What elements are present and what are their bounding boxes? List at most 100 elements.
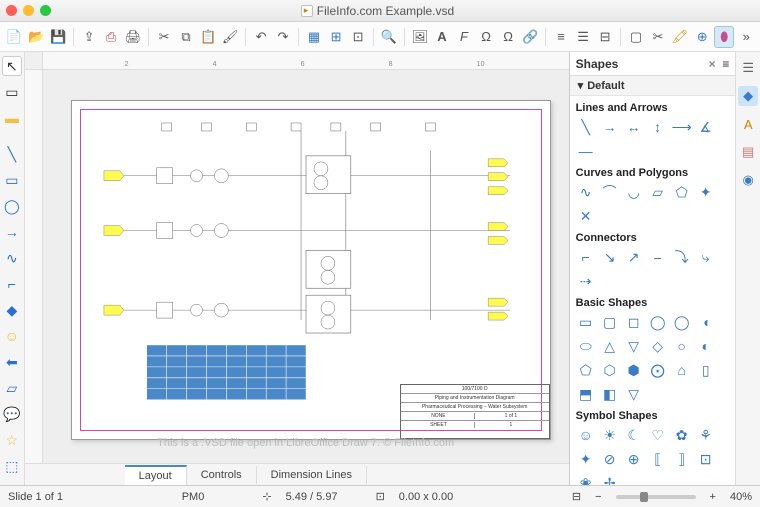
zoom-out-icon[interactable]: − — [595, 491, 601, 503]
shape-item[interactable]: ⬠ — [672, 182, 692, 202]
line-tool[interactable]: ╲ — [2, 144, 22, 164]
window-traffic-lights[interactable] — [6, 5, 51, 16]
shape-item[interactable]: ╲ — [576, 117, 596, 137]
ellipse-tool[interactable]: ◯ — [2, 196, 22, 216]
save-button[interactable]: 💾 — [48, 26, 68, 48]
shape-item[interactable]: ▱ — [648, 182, 668, 202]
shape-item[interactable]: ✢ — [600, 473, 620, 485]
new-button[interactable]: 📄 — [4, 26, 24, 48]
symbol-tool[interactable]: ☺ — [2, 326, 22, 346]
shape-item[interactable]: ⇢ — [576, 271, 596, 291]
canvas-viewport[interactable]: 100/7100 D Piping and Instrumentation Di… — [43, 70, 569, 463]
zoom-in-icon[interactable]: + — [710, 491, 716, 503]
close-dot[interactable] — [6, 5, 17, 16]
vertical-text-button[interactable]: F — [454, 26, 474, 48]
vertical-ruler[interactable] — [25, 70, 43, 463]
shape-item[interactable]: ⨀ — [648, 360, 668, 380]
horizontal-ruler[interactable]: 2 4 6 8 10 — [43, 52, 569, 70]
shape-item[interactable]: ↔ — [624, 117, 644, 137]
print-button[interactable]: 🖨 — [123, 26, 143, 48]
fontwork-button[interactable]: Ω — [476, 26, 496, 48]
shape-item[interactable]: ⬡ — [600, 360, 620, 380]
panel-menu-icon[interactable]: ≡ — [722, 57, 729, 71]
gallery-tab-icon[interactable]: ▤ — [738, 142, 758, 162]
clone-button[interactable]: 🖌 — [220, 26, 240, 48]
redo-button[interactable]: ↷ — [273, 26, 293, 48]
shape-item[interactable]: ❀ — [576, 473, 596, 485]
shape-item[interactable]: ☾ — [624, 425, 644, 445]
shape-item[interactable]: ⬢ — [624, 360, 644, 380]
shapes-panel-section[interactable]: ▾ Default — [570, 76, 736, 96]
fill-color-tool[interactable]: ▬ — [2, 108, 22, 128]
3d-tool[interactable]: ⬚ — [2, 456, 22, 476]
arrange-button[interactable]: ☰ — [573, 26, 593, 48]
shape-item[interactable]: — — [576, 141, 596, 161]
shape-item[interactable]: ↕ — [648, 117, 668, 137]
shape-item[interactable]: ⌒ — [600, 182, 620, 202]
shape-item[interactable]: ○ — [672, 336, 692, 356]
shape-item[interactable]: ◯ — [672, 312, 692, 332]
undo-button[interactable]: ↶ — [251, 26, 271, 48]
shape-item[interactable]: ⟧ — [672, 449, 692, 469]
shape-item[interactable]: ↗ — [624, 247, 644, 267]
crop-button[interactable]: ✂ — [648, 26, 668, 48]
shape-item[interactable]: ⊘ — [600, 449, 620, 469]
zoom-button[interactable]: 🔍 — [379, 26, 399, 48]
shape-item[interactable]: ⬭ — [576, 336, 596, 356]
select-tool[interactable]: ↖ — [2, 56, 22, 76]
shape-item[interactable]: ⌂ — [672, 360, 692, 380]
shape-item[interactable]: ✦ — [576, 449, 596, 469]
shape-item[interactable]: ◐ — [696, 336, 716, 356]
callout-tool[interactable]: 💬 — [2, 404, 22, 424]
shape-item[interactable]: ☀ — [600, 425, 620, 445]
shape-item[interactable]: ⎯ — [648, 247, 668, 267]
cut-button[interactable]: ✂ — [154, 26, 174, 48]
connector-tool[interactable]: ⌐ — [2, 274, 22, 294]
shape-item[interactable]: ∡ — [696, 117, 716, 137]
filter-button[interactable]: 🖍 — [670, 26, 690, 48]
properties-tab-icon[interactable]: ☰ — [738, 58, 758, 78]
shape-item[interactable]: → — [600, 117, 620, 137]
navigator-tab-icon[interactable]: ◉ — [738, 170, 758, 190]
status-zoom[interactable]: 40% — [730, 491, 752, 503]
overflow-button[interactable]: » — [736, 26, 756, 48]
arrow-tool[interactable]: → — [2, 222, 22, 242]
shape-item[interactable]: ⤵ — [672, 247, 692, 267]
styles-tab-icon[interactable]: A — [738, 114, 758, 134]
image-button[interactable]: 🖼 — [410, 26, 430, 48]
shape-item[interactable]: ⟶ — [672, 117, 692, 137]
export-pdf-button[interactable]: ⎙ — [101, 26, 121, 48]
shape-item[interactable]: ☺ — [576, 425, 596, 445]
fit-page-icon[interactable]: ⊟ — [572, 490, 581, 503]
shape-item[interactable]: ▭ — [576, 312, 596, 332]
zoom-slider[interactable] — [616, 495, 696, 499]
tab-dimension-lines[interactable]: Dimension Lines — [257, 466, 367, 484]
align-button[interactable]: ≡ — [551, 26, 571, 48]
special-char-button[interactable]: Ω — [498, 26, 518, 48]
shape-item[interactable]: ◖ — [696, 312, 716, 332]
shape-item[interactable]: ✿ — [672, 425, 692, 445]
hyperlink-button[interactable]: 🔗 — [520, 26, 540, 48]
textbox-button[interactable]: A — [432, 26, 452, 48]
shape-item[interactable]: ▽ — [624, 384, 644, 404]
minimize-dot[interactable] — [23, 5, 34, 16]
shape-item[interactable]: ◻ — [624, 312, 644, 332]
shape-item[interactable]: ◇ — [648, 336, 668, 356]
basic-shapes-tool[interactable]: ◆ — [2, 300, 22, 320]
drawing-page[interactable]: 100/7100 D Piping and Instrumentation Di… — [71, 100, 551, 440]
distribute-button[interactable]: ⊟ — [595, 26, 615, 48]
shape-item[interactable]: ⚘ — [696, 425, 716, 445]
gluepoints-button[interactable]: ⊕ — [692, 26, 712, 48]
draw-functions-button[interactable]: ⬮ — [714, 26, 734, 48]
block-arrow-tool[interactable]: ⬅ — [2, 352, 22, 372]
export-button[interactable]: ⇪ — [79, 26, 99, 48]
tab-controls[interactable]: Controls — [187, 466, 257, 484]
shape-item[interactable]: ▯ — [696, 360, 716, 380]
grid-button[interactable]: ▦ — [304, 26, 324, 48]
shape-item[interactable]: △ — [600, 336, 620, 356]
shape-item[interactable]: ▽ — [624, 336, 644, 356]
shape-item[interactable]: ◯ — [648, 312, 668, 332]
shape-item[interactable]: ⊕ — [624, 449, 644, 469]
helplines-button[interactable]: ⊡ — [348, 26, 368, 48]
shape-item[interactable]: ✦ — [696, 182, 716, 202]
